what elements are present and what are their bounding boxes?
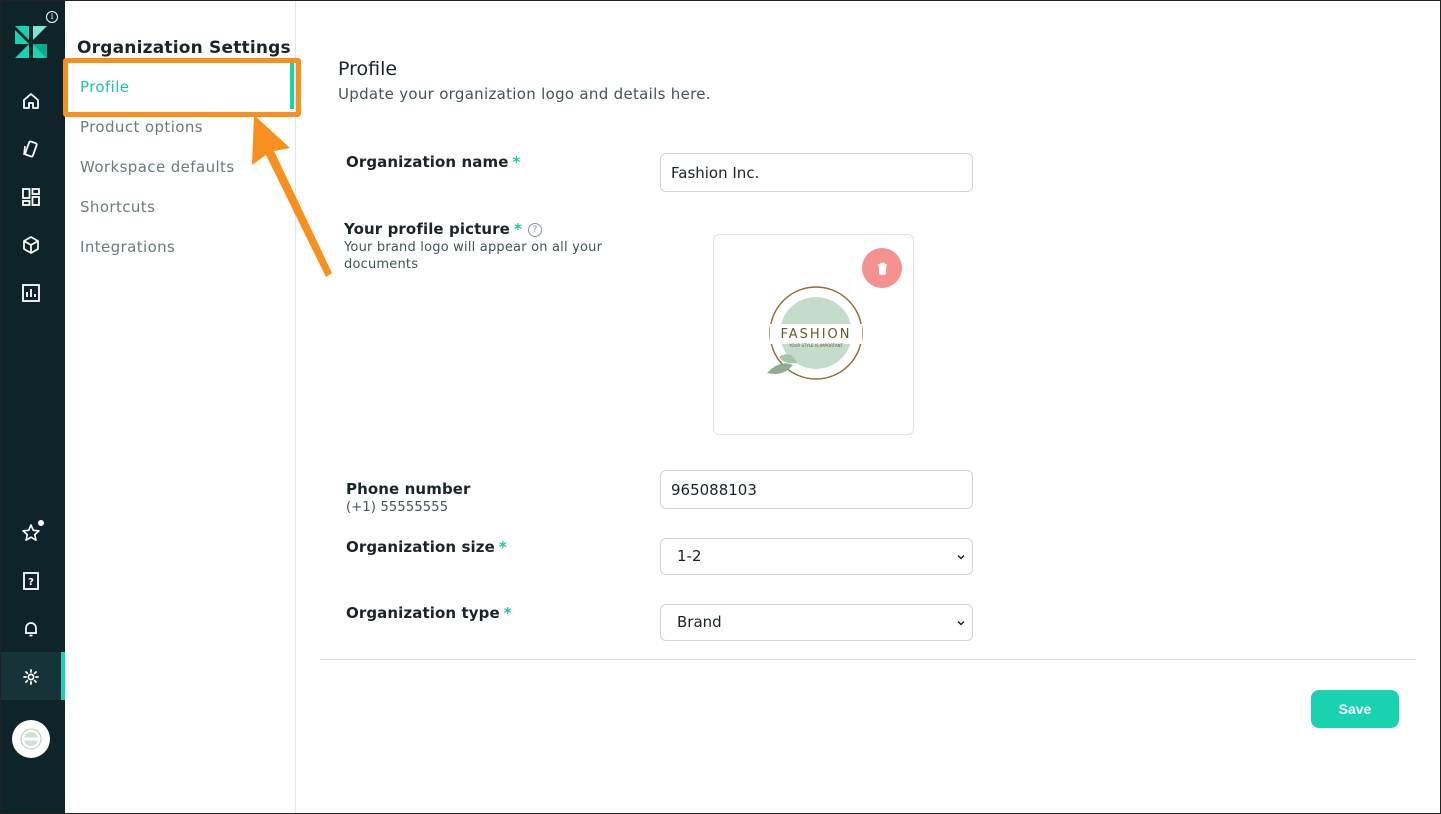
chevron-down-icon (957, 554, 965, 560)
phone-label: Phone number (346, 480, 471, 498)
org-size-value: 1-2 (677, 547, 702, 565)
sidebar-title: Organization Settings (77, 38, 291, 58)
org-size-select[interactable]: 1-2 (660, 538, 973, 575)
org-type-select[interactable]: Brand (660, 604, 973, 641)
org-size-label-text: Organization size (346, 538, 495, 556)
svg-text:?: ? (28, 577, 34, 588)
sidebar-item-integrations[interactable]: Integrations (80, 238, 175, 256)
logo-wordmark: FASHION (781, 327, 852, 342)
info-icon[interactable]: i (46, 11, 58, 23)
help-book-icon[interactable]: ? (18, 568, 44, 594)
required-mark: * (512, 153, 521, 171)
org-name-label-text: Organization name (346, 153, 509, 171)
app-rail: i ? (0, 0, 65, 814)
cube-icon[interactable] (18, 232, 44, 258)
save-button[interactable]: Save (1311, 690, 1399, 728)
sidebar-item-shortcuts[interactable]: Shortcuts (80, 198, 155, 216)
phone-input[interactable] (660, 470, 973, 509)
profile-picture-label: Your profile picture *? (344, 220, 542, 238)
profile-picture-label-text: Your profile picture (344, 220, 510, 238)
home-icon[interactable] (18, 88, 44, 114)
brand-logo-image: FASHION YOUR STYLE IS IMPORTANT (767, 286, 863, 380)
bell-icon[interactable] (18, 616, 44, 642)
form-divider (320, 659, 1416, 660)
page-title: Profile (338, 58, 398, 80)
org-name-input[interactable] (660, 153, 973, 192)
profile-picture-hint: Your brand logo will appear on all your … (344, 240, 603, 272)
app-logo[interactable] (15, 26, 47, 58)
dashboard-icon[interactable] (18, 184, 44, 210)
trash-icon (877, 262, 887, 275)
required-mark: * (498, 538, 507, 556)
profile-panel: Profile Update your organization logo an… (296, 0, 1441, 814)
org-type-label: Organization type * (346, 604, 512, 622)
bar-chart-icon[interactable] (18, 280, 44, 306)
notification-dot (36, 518, 46, 528)
tag-icon[interactable] (18, 136, 44, 162)
sidebar-item-workspace-defaults[interactable]: Workspace defaults (80, 158, 235, 176)
help-circle-icon[interactable]: ? (527, 223, 542, 237)
org-size-label: Organization size * (346, 538, 507, 556)
required-mark: * (513, 220, 522, 238)
profile-picture-preview[interactable]: FASHION YOUR STYLE IS IMPORTANT (713, 234, 914, 435)
page-subtitle: Update your organization logo and detail… (338, 85, 711, 103)
phone-hint: (+1) 55555555 (346, 500, 449, 515)
logo-tagline: YOUR STYLE IS IMPORTANT (788, 343, 843, 348)
avatar[interactable] (12, 720, 50, 758)
org-type-label-text: Organization type (346, 604, 500, 622)
required-mark: * (503, 604, 512, 622)
annotation-highlight-box (63, 58, 301, 117)
org-name-label: Organization name * (346, 153, 520, 171)
sidebar-item-product-options[interactable]: Product options (80, 118, 203, 136)
gear-icon[interactable] (18, 664, 44, 690)
chevron-down-icon (957, 620, 965, 626)
org-type-value: Brand (677, 613, 722, 631)
